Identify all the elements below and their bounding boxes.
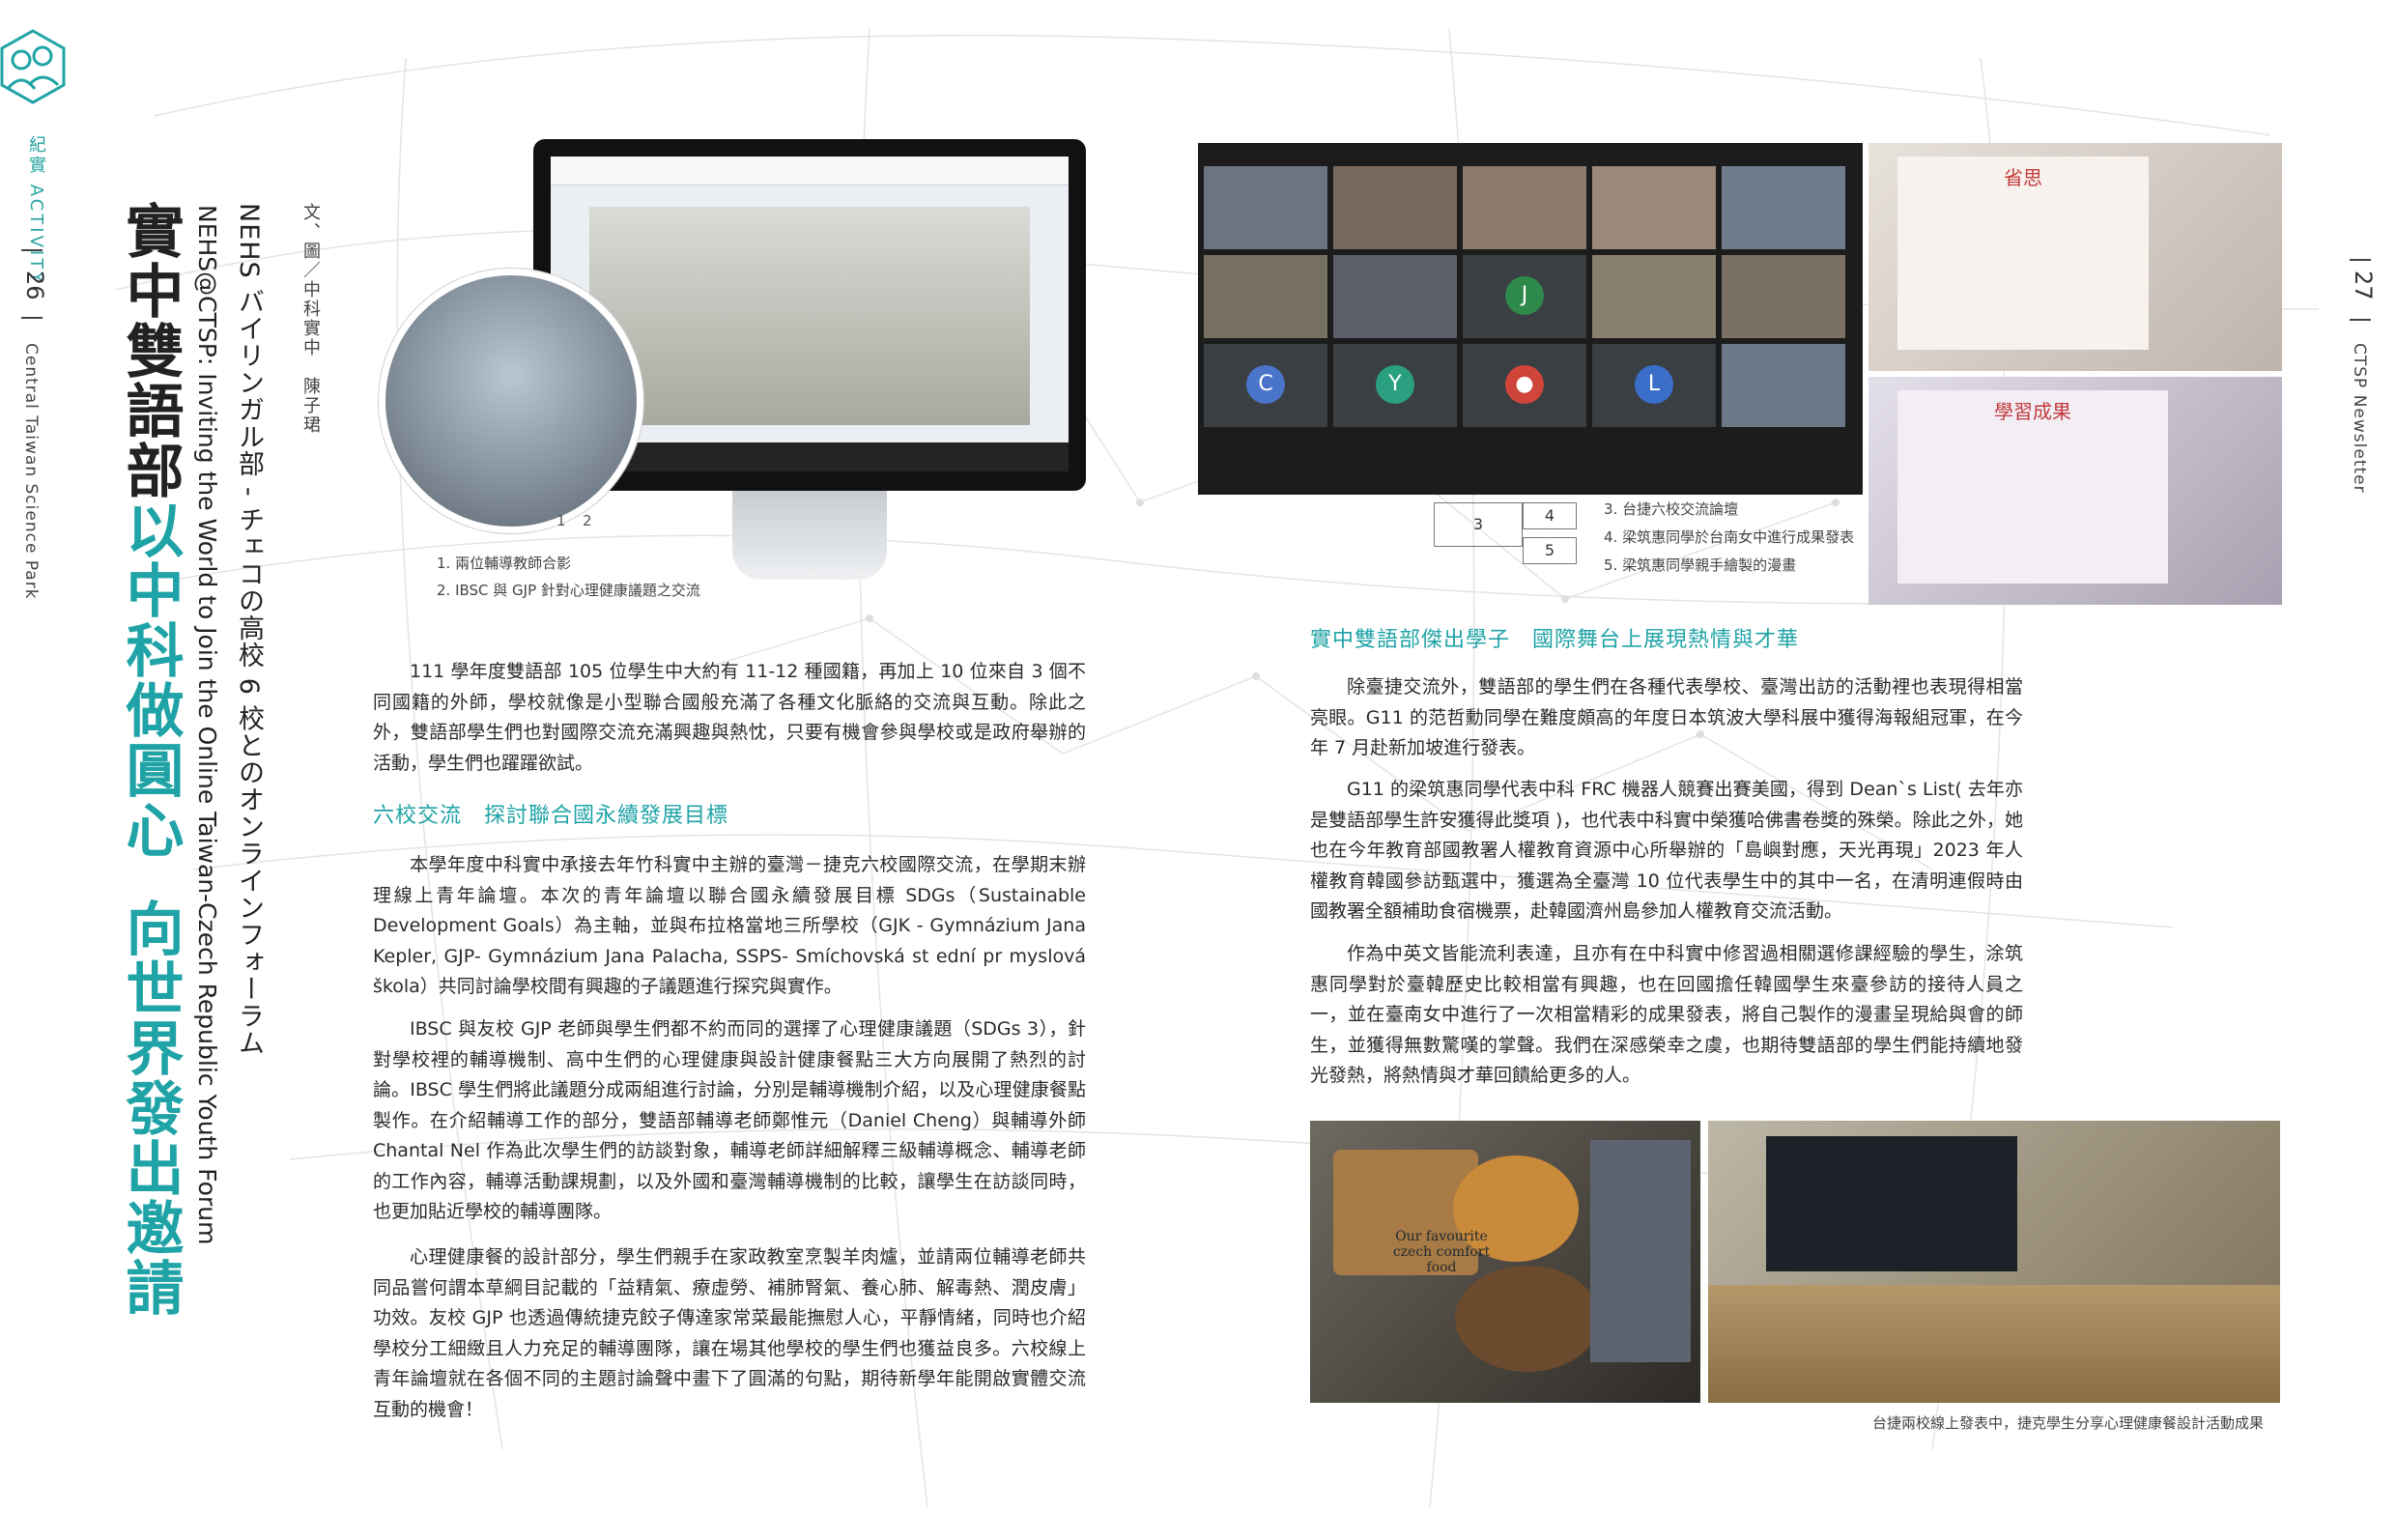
food-caption-text: Our favourite czech comfort food	[1392, 1229, 1491, 1275]
divider-tick	[21, 249, 43, 251]
video-tile: ●	[1463, 344, 1586, 427]
monitor-stand	[732, 491, 887, 580]
video-tile	[1204, 166, 1327, 249]
paragraph-intro: 111 學年度雙語部 105 位學生中大約有 11-12 種國籍，再加上 10 …	[373, 661, 1086, 774]
slide-title-results: 學習成果	[1994, 400, 2071, 423]
author-credit: 文、圖／中科實中 陳子珺	[300, 203, 321, 435]
video-tile	[1333, 255, 1457, 338]
video-tile: Y	[1333, 344, 1457, 427]
publication-name-left: Central Taiwan Science Park	[21, 343, 41, 600]
video-tile: L	[1592, 344, 1716, 427]
projected-slide: 省思	[1897, 157, 2149, 350]
paragraph-mental-health: IBSC 與友校 GJP 老師與學生們都不約而同的選擇了心理健康議題（SDGs …	[373, 1018, 1086, 1222]
section-heading-2: 實中雙語部傑出學子 國際舞台上展現熱情與才華	[1310, 628, 1800, 652]
page-number-left: 26	[21, 271, 48, 300]
figure-number-1: 1	[556, 512, 566, 529]
video-tile	[1204, 255, 1327, 338]
dessert-image	[1455, 1266, 1600, 1372]
activity-logo-icon	[0, 29, 66, 104]
slide-title-reflection: 省思	[2004, 166, 2042, 189]
video-tile: C	[1204, 344, 1327, 427]
caption-bottom: 台捷兩校線上發表中，捷克學生分享心理健康餐設計活動成果	[1872, 1414, 2265, 1432]
figure-index-3: 3	[1434, 502, 1523, 547]
page-number-right: 27	[2350, 271, 2377, 300]
divider-tick	[2350, 259, 2371, 261]
caption-5: 5. 梁筑惠同學親手繪製的漫畫	[1604, 556, 1797, 574]
title-part-1: 實中雙語部	[116, 201, 184, 500]
avatar-letter-y: Y	[1376, 365, 1414, 404]
zoom-meeting-photo: J C Y ● L	[1198, 143, 1863, 495]
subtitle-english: NEHS@CTSP: Inviting the World to Join th…	[193, 205, 221, 1245]
video-tile	[1333, 166, 1457, 249]
subtitle-japanese: NEHS バイリンガル部 - チェコの高校 6 校とのオンラインフォーラム	[234, 203, 264, 1057]
browser-bar	[551, 157, 1069, 185]
video-tile	[1592, 166, 1716, 249]
online-presentation-photo: Our favourite czech comfort food	[1310, 1121, 1700, 1403]
caption-4: 4. 梁筑惠同學於台南女中進行成果發表	[1604, 528, 1855, 546]
presentation-photo-1: 省思	[1868, 143, 2282, 371]
video-tile	[1592, 255, 1716, 338]
avatar-letter-c: C	[1246, 365, 1285, 404]
paragraph-achievement-3: 作為中英文皆能流利表達，且亦有在中科實中修習過相關選修課經驗的學生，涂筑惠同學對…	[1310, 943, 2023, 1086]
title-part-2: 以中科做圓心	[116, 500, 184, 860]
caption-2: 2. IBSC 與 GJP 針對心理健康議題之交流	[437, 582, 700, 599]
presentation-photo-2: 學習成果	[1868, 377, 2282, 605]
divider-tick	[21, 317, 43, 319]
classroom-screen	[1766, 1136, 2017, 1271]
video-tile	[1722, 166, 1845, 249]
avatar-letter-l: L	[1635, 365, 1673, 404]
video-tile: J	[1463, 255, 1586, 338]
article-title: 實中雙語部以中科做圓心向世界發出邀請	[116, 201, 184, 1318]
figure-index-5: 5	[1523, 537, 1577, 564]
video-tile	[1722, 344, 1845, 427]
paragraph-achievement-1: 除臺捷交流外，雙語部的學生們在各種代表學校、臺灣出訪的活動裡也表現得相當亮眼。G…	[1310, 676, 2023, 758]
paragraph-healthy-meal: 心理健康餐的設計部分，學生們親手在家政教室烹製羊肉爐，並請兩位輔導老師共同品嘗何…	[373, 1246, 1086, 1420]
video-tile	[1722, 255, 1845, 338]
divider-tick	[2350, 319, 2371, 321]
title-part-3: 向世界發出邀請	[116, 898, 184, 1318]
classroom-desks	[1708, 1285, 2280, 1403]
avatar-letter-j: J	[1505, 276, 1544, 315]
caption-1: 1. 兩位輔導教師合影	[437, 555, 572, 572]
figure-number-2: 2	[583, 512, 592, 529]
user-icon: ●	[1505, 365, 1544, 404]
paragraph-achievement-2: G11 的梁筑惠同學代表中科 FRC 機器人競賽出賽美國，得到 Dean`s L…	[1310, 779, 2023, 922]
publication-name-right: CTSP Newsletter	[2350, 343, 2369, 494]
projected-slide: 學習成果	[1897, 390, 2168, 584]
section-label: 紀實 ACTIVITY	[26, 135, 46, 286]
video-tile	[1463, 166, 1586, 249]
caption-3: 3. 台捷六校交流論壇	[1604, 500, 1739, 518]
participant-video-strip	[1590, 1140, 1691, 1362]
figure-index-4: 4	[1523, 502, 1577, 529]
video-call-image	[589, 207, 1030, 425]
section-heading-1: 六校交流 探討聯合國永續發展目標	[373, 804, 729, 828]
paragraph-forum: 本學年度中科實中承接去年竹科實中主辦的臺灣－捷克六校國際交流，在學期末辦理線上青…	[373, 854, 1086, 997]
teachers-photo	[379, 269, 643, 533]
classroom-photo	[1708, 1121, 2280, 1403]
